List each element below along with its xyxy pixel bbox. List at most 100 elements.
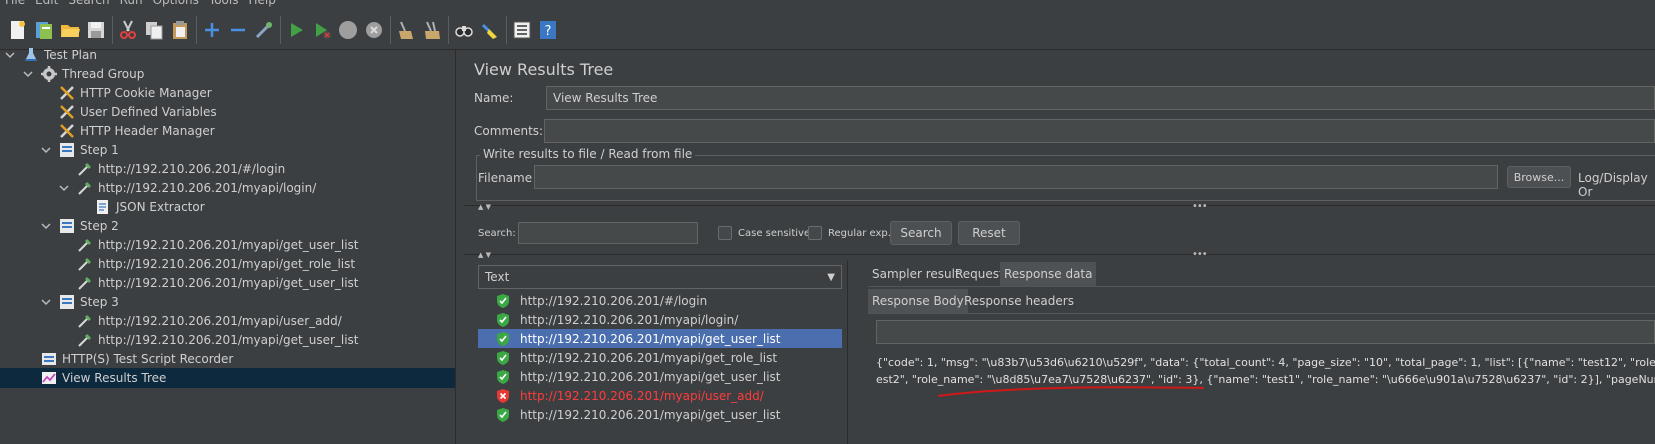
templates-icon[interactable] — [32, 18, 56, 42]
tab-response-headers[interactable]: Response headers — [960, 289, 1078, 313]
function-helper-icon[interactable] — [510, 18, 534, 42]
write-results-group-title: Write results to file / Read from file — [480, 147, 696, 161]
tree-node-sampler[interactable]: http://192.210.206.201/myapi/login/ — [58, 178, 316, 198]
menu-help[interactable]: Help — [243, 0, 280, 8]
menu-run[interactable]: Run — [115, 0, 148, 8]
result-item[interactable]: http://192.210.206.201/myapi/login/ — [496, 310, 738, 329]
response-search-field[interactable] — [876, 320, 1655, 344]
tree-node-test-plan[interactable]: Test Plan — [4, 45, 97, 65]
tree-node-sampler[interactable]: http://192.210.206.201/myapi/get_user_li… — [76, 330, 359, 350]
result-item[interactable]: http://192.210.206.201/#/login — [496, 291, 707, 310]
chevron-down-icon[interactable] — [22, 68, 34, 80]
tree-node-step-2[interactable]: Step 2 — [40, 216, 119, 236]
tree-node-user-defined-variables[interactable]: User Defined Variables — [58, 102, 217, 122]
shutdown-icon[interactable] — [362, 18, 386, 42]
vertical-splitter[interactable] — [455, 50, 464, 444]
expand-icon[interactable] — [200, 18, 224, 42]
splitter-handle[interactable]: ••• — [1192, 249, 1208, 260]
success-shield-icon — [496, 407, 512, 423]
cut-icon[interactable] — [116, 18, 140, 42]
start-icon[interactable] — [284, 18, 308, 42]
open-icon[interactable] — [58, 18, 82, 42]
splitter-handle[interactable]: ••• — [1192, 201, 1208, 212]
tree-node-sampler[interactable]: http://192.210.206.201/myapi/get_role_li… — [76, 254, 355, 274]
reset-button[interactable]: Reset — [958, 221, 1020, 245]
tree-node-sampler[interactable]: http://192.210.206.201/myapi/user_add/ — [76, 311, 342, 331]
comments-field[interactable] — [544, 119, 1655, 143]
clear-icon[interactable] — [394, 18, 418, 42]
tree-node-thread-group[interactable]: Thread Group — [22, 64, 144, 84]
tree-node-sampler[interactable]: http://192.210.206.201/#/login — [76, 159, 285, 179]
tree-node-recorder[interactable]: HTTP(S) Test Script Recorder — [40, 349, 233, 369]
tab-sampler-result[interactable]: Sampler result — [868, 262, 964, 286]
tree-node-step-1[interactable]: Step 1 — [40, 140, 119, 160]
tab-response-body[interactable]: Response Body — [868, 289, 968, 313]
stop-icon[interactable] — [336, 18, 360, 42]
sampler-pipette-icon — [76, 331, 94, 349]
sampler-pipette-icon — [76, 312, 94, 330]
chevron-down-icon[interactable] — [40, 296, 52, 308]
help-icon[interactable]: ? — [536, 18, 560, 42]
result-item[interactable]: http://192.210.206.201/myapi/get_role_li… — [496, 348, 777, 367]
paste-icon[interactable] — [168, 18, 192, 42]
tree-node-label: http://192.210.206.201/myapi/login/ — [98, 181, 317, 195]
copy-icon[interactable] — [142, 18, 166, 42]
tree-node-http-header-manager[interactable]: HTTP Header Manager — [58, 121, 215, 141]
renderer-select-value: Text — [485, 270, 510, 284]
search-icon[interactable] — [452, 18, 476, 42]
renderer-select[interactable]: Text ▼ — [478, 265, 842, 289]
tab-response-data[interactable]: Response data — [1000, 262, 1097, 286]
name-field[interactable]: View Results Tree — [546, 86, 1655, 110]
regular-exp-checkbox[interactable] — [808, 226, 822, 240]
browse-button[interactable]: Browse... — [1507, 166, 1571, 188]
search-input[interactable] — [518, 222, 698, 244]
chevron-down-icon: ▼ — [827, 272, 835, 283]
tree-node-http-cookie-manager[interactable]: HTTP Cookie Manager — [58, 83, 212, 103]
chevron-down-icon[interactable] — [4, 49, 16, 61]
result-item-error[interactable]: http://192.210.206.201/myapi/user_add/ — [496, 386, 764, 405]
clear-all-icon[interactable] — [420, 18, 444, 42]
tree-node-view-results-tree[interactable]: View Results Tree — [0, 368, 455, 388]
tree-node-label: Step 1 — [80, 143, 119, 157]
menu-tools[interactable]: Tools — [204, 0, 244, 8]
divider — [868, 313, 1655, 314]
result-url: http://192.210.206.201/myapi/get_role_li… — [520, 350, 778, 365]
result-url: http://192.210.206.201/myapi/get_user_li… — [520, 407, 781, 422]
chevron-down-icon[interactable] — [40, 220, 52, 232]
result-item-selected[interactable]: http://192.210.206.201/myapi/get_user_li… — [478, 329, 842, 348]
toggle-icon[interactable] — [252, 18, 276, 42]
tree-node-label: Test Plan — [44, 48, 97, 62]
tree-node-json-extractor[interactable]: JSON Extractor — [94, 197, 205, 217]
filename-field[interactable] — [534, 165, 1498, 189]
menu-file[interactable]: File — [0, 0, 30, 8]
test-plan-tree: Test Plan Thread Group HTTP Cookie Manag… — [0, 48, 455, 444]
list-detail-splitter[interactable] — [847, 260, 848, 444]
menu-edit[interactable]: Edit — [30, 0, 63, 8]
tree-node-label: http://192.210.206.201/#/login — [98, 162, 286, 176]
save-icon[interactable] — [84, 18, 108, 42]
tree-node-sampler[interactable]: http://192.210.206.201/myapi/get_user_li… — [76, 235, 359, 255]
collapse-icon[interactable] — [226, 18, 250, 42]
result-item[interactable]: http://192.210.206.201/myapi/get_user_li… — [496, 367, 781, 386]
comments-label: Comments: — [474, 124, 544, 138]
controller-icon — [58, 141, 76, 159]
tree-node-step-3[interactable]: Step 3 — [40, 292, 119, 312]
splitter-arrows[interactable]: ▲ ▼ — [478, 203, 491, 211]
chevron-down-icon[interactable] — [40, 144, 52, 156]
tree-node-label: http://192.210.206.201/myapi/get_user_li… — [98, 276, 359, 290]
new-icon[interactable] — [6, 18, 30, 42]
splitter-arrows[interactable]: ▲ ▼ — [478, 251, 491, 259]
chevron-down-icon[interactable] — [58, 182, 70, 194]
svg-text:?: ? — [545, 24, 552, 39]
config-wrench-icon — [58, 103, 76, 121]
menu-options[interactable]: Options — [148, 0, 204, 8]
tree-node-sampler[interactable]: http://192.210.206.201/myapi/get_user_li… — [76, 273, 359, 293]
search-button[interactable]: Search — [890, 221, 952, 245]
menu-search[interactable]: Search — [63, 0, 114, 8]
reset-search-icon[interactable] — [478, 18, 502, 42]
success-shield-icon — [496, 369, 512, 385]
result-item[interactable]: http://192.210.206.201/myapi/get_user_li… — [496, 405, 781, 424]
tree-node-label: Thread Group — [62, 67, 145, 81]
case-sensitive-checkbox[interactable] — [718, 226, 732, 240]
start-no-pause-icon[interactable] — [310, 18, 334, 42]
